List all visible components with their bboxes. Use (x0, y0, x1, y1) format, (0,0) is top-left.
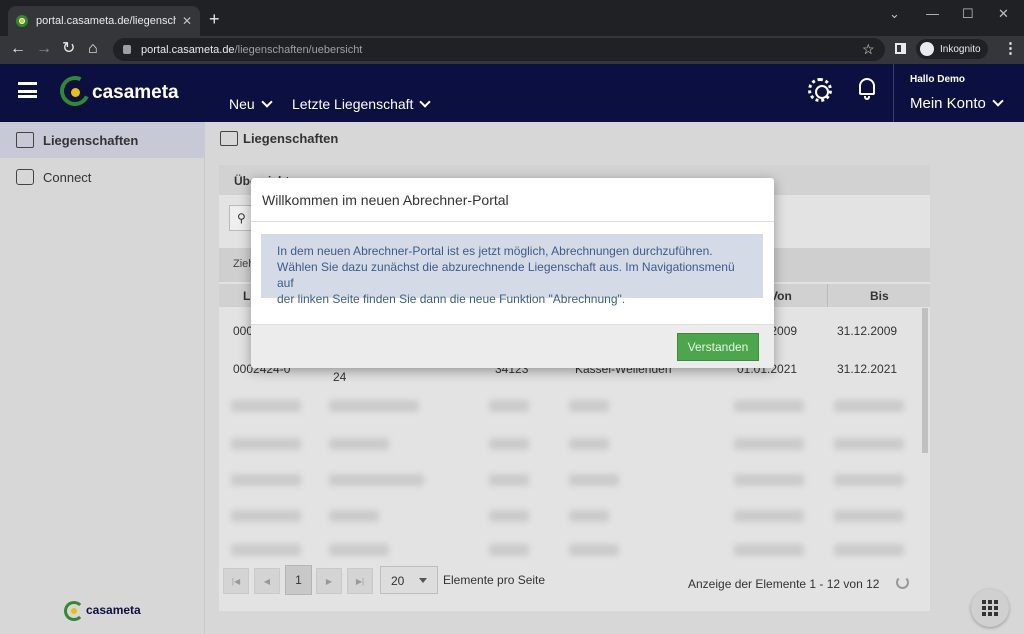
tab-search-icon[interactable]: ⌄ (889, 6, 900, 22)
verstanden-button[interactable]: Verstanden (677, 333, 759, 361)
bookmark-star-icon[interactable]: ☆ (862, 41, 875, 58)
url-path: /liegenschaften/uebersicht (234, 43, 363, 56)
back-arrow-icon[interactable]: ← (10, 40, 26, 58)
dialog-text-line: Wählen Sie dazu zunächst die abzurechnen… (277, 260, 735, 290)
side-panel-icon[interactable] (895, 43, 906, 54)
home-icon[interactable]: ⌂ (88, 40, 98, 58)
maximize-button[interactable]: ☐ (962, 6, 974, 22)
close-window-button[interactable]: ✕ (998, 6, 1009, 22)
lock-icon (123, 45, 131, 54)
new-tab-button[interactable]: + (209, 10, 220, 28)
incognito-badge[interactable]: Inkognito (916, 39, 988, 59)
minimize-button[interactable]: — (926, 6, 939, 21)
dialog-info-box: In dem neuen Abrechner-Portal ist es jet… (261, 234, 763, 306)
url-host: portal.casameta.de (141, 43, 235, 56)
incognito-icon (920, 42, 934, 56)
favicon-icon (16, 15, 28, 27)
reload-icon[interactable]: ↻ (62, 40, 75, 58)
dialog-text-line: In dem neuen Abrechner-Portal ist es jet… (277, 244, 713, 258)
url-field[interactable]: portal.casameta.de /liegenschaften/ueber… (113, 38, 885, 61)
browser-tab[interactable]: portal.casameta.de/liegenschafte ✕ (8, 6, 200, 36)
dialog-title: Willkommen im neuen Abrechner-Portal (262, 192, 509, 208)
browser-menu-icon[interactable]: ⋮ (1003, 39, 1018, 57)
dialog-divider (251, 221, 774, 222)
tab-close-icon[interactable]: ✕ (182, 14, 192, 28)
tab-title: portal.casameta.de/liegenschafte (36, 15, 176, 27)
dialog-text-line: der linken Seite finden Sie dann die neu… (277, 292, 626, 306)
welcome-dialog: Willkommen im neuen Abrechner-Portal In … (251, 178, 774, 368)
incognito-label: Inkognito (940, 43, 981, 55)
forward-arrow-icon[interactable]: → (36, 40, 52, 58)
